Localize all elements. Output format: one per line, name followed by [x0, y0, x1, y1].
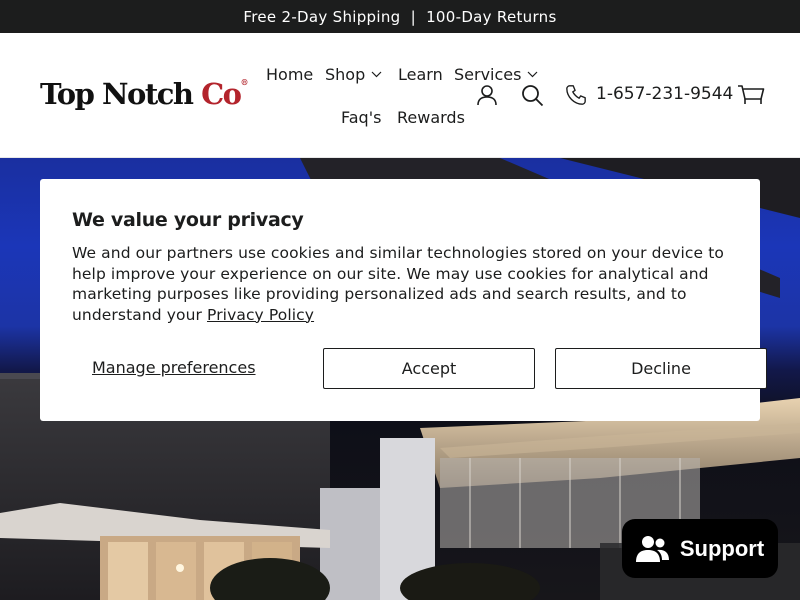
nav-faqs[interactable]: Faq's	[341, 108, 381, 127]
people-icon	[635, 535, 669, 562]
cookie-title: We value your privacy	[72, 209, 304, 231]
nav-services-label: Services	[454, 65, 522, 84]
nav-home[interactable]: Home	[266, 65, 313, 84]
nav-services[interactable]: Services	[454, 65, 538, 84]
chevron-down-icon	[371, 71, 382, 78]
site-header: Top Notch Co® Home Shop Learn Services F…	[0, 33, 800, 158]
announcement-text: Free 2-Day Shipping | 100-Day Returns	[243, 7, 557, 26]
logo-accent: Co	[201, 77, 242, 111]
nav-shop[interactable]: Shop	[325, 65, 382, 84]
nav-shop-label: Shop	[325, 65, 366, 84]
nav-faqs-label: Faq's	[341, 108, 382, 127]
accept-button[interactable]: Accept	[323, 348, 535, 389]
cookie-actions: Manage preferences Accept Decline	[72, 348, 767, 389]
cart-icon[interactable]	[737, 84, 765, 106]
nav-home-label: Home	[266, 65, 314, 84]
chevron-down-icon	[528, 71, 538, 78]
logo-text: Top Notch	[40, 77, 202, 111]
site-logo[interactable]: Top Notch Co®	[40, 77, 249, 111]
account-icon[interactable]	[476, 84, 498, 106]
nav-learn-label: Learn	[398, 65, 443, 84]
phone-icon[interactable]	[565, 84, 587, 106]
cookie-body: We and our partners use cookies and simi…	[72, 243, 728, 325]
cookie-body-text: We and our partners use cookies and simi…	[72, 244, 724, 324]
announcement-bar: Free 2-Day Shipping | 100-Day Returns	[0, 0, 800, 33]
nav-learn[interactable]: Learn	[398, 65, 443, 84]
search-icon[interactable]	[521, 84, 544, 107]
privacy-policy-link[interactable]: Privacy Policy	[207, 306, 314, 324]
cookie-consent-dialog: We value your privacy We and our partner…	[40, 179, 767, 421]
nav-rewards[interactable]: Rewards	[397, 108, 465, 127]
support-label: Support	[679, 535, 765, 561]
phone-number[interactable]: 1-657-231-9544	[596, 84, 733, 104]
nav-rewards-label: Rewards	[397, 108, 465, 127]
support-chat-button[interactable]: Support	[622, 519, 778, 578]
manage-preferences-link[interactable]: Manage preferences	[92, 358, 256, 377]
decline-button[interactable]: Decline	[555, 348, 767, 389]
logo-registered: ®	[240, 77, 249, 87]
